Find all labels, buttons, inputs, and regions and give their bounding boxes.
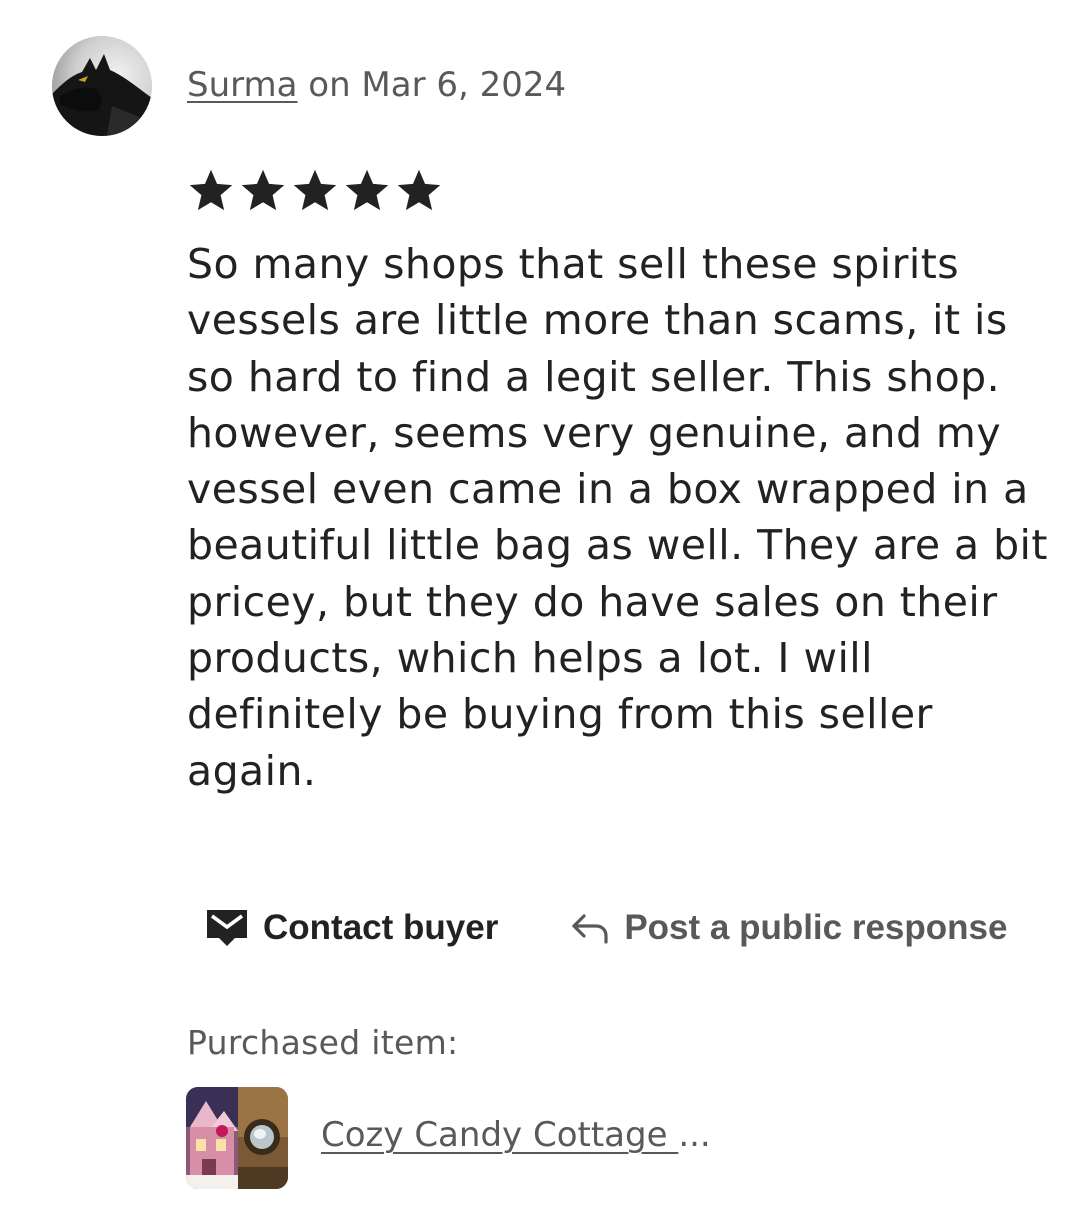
purchased-item-thumbnail[interactable] xyxy=(186,1087,288,1189)
review-date: on Mar 6, 2024 xyxy=(297,65,567,105)
purchased-item-label: Purchased item: xyxy=(187,1023,459,1062)
review-text: So many shops that sell these spirits ve… xyxy=(187,240,1048,795)
star-icon xyxy=(189,169,233,211)
review-meta: Surma on Mar 6, 2024 xyxy=(187,62,566,108)
envelope-icon xyxy=(205,908,249,948)
star-icon xyxy=(241,169,285,211)
purchased-item-link[interactable]: Cozy Candy Cottage ... xyxy=(321,1112,711,1158)
contact-buyer-button[interactable]: Contact buyer xyxy=(205,908,498,948)
reviewer-name-link[interactable]: Surma xyxy=(187,65,297,105)
post-public-response-button[interactable]: Post a public response xyxy=(570,908,1007,948)
purchased-item-ellipsis: ... xyxy=(678,1115,711,1155)
reviewer-avatar[interactable] xyxy=(52,36,152,136)
star-icon xyxy=(293,169,337,211)
contact-buyer-label: Contact buyer xyxy=(263,908,499,947)
reply-arrow-icon xyxy=(570,910,610,946)
purchased-item-title: Cozy Candy Cottage xyxy=(321,1115,679,1155)
post-public-response-label: Post a public response xyxy=(624,908,1008,947)
review-actions: Contact buyer Post a public response xyxy=(205,908,1007,948)
star-icon xyxy=(397,169,441,211)
star-icon xyxy=(345,169,389,211)
star-rating xyxy=(186,166,444,216)
